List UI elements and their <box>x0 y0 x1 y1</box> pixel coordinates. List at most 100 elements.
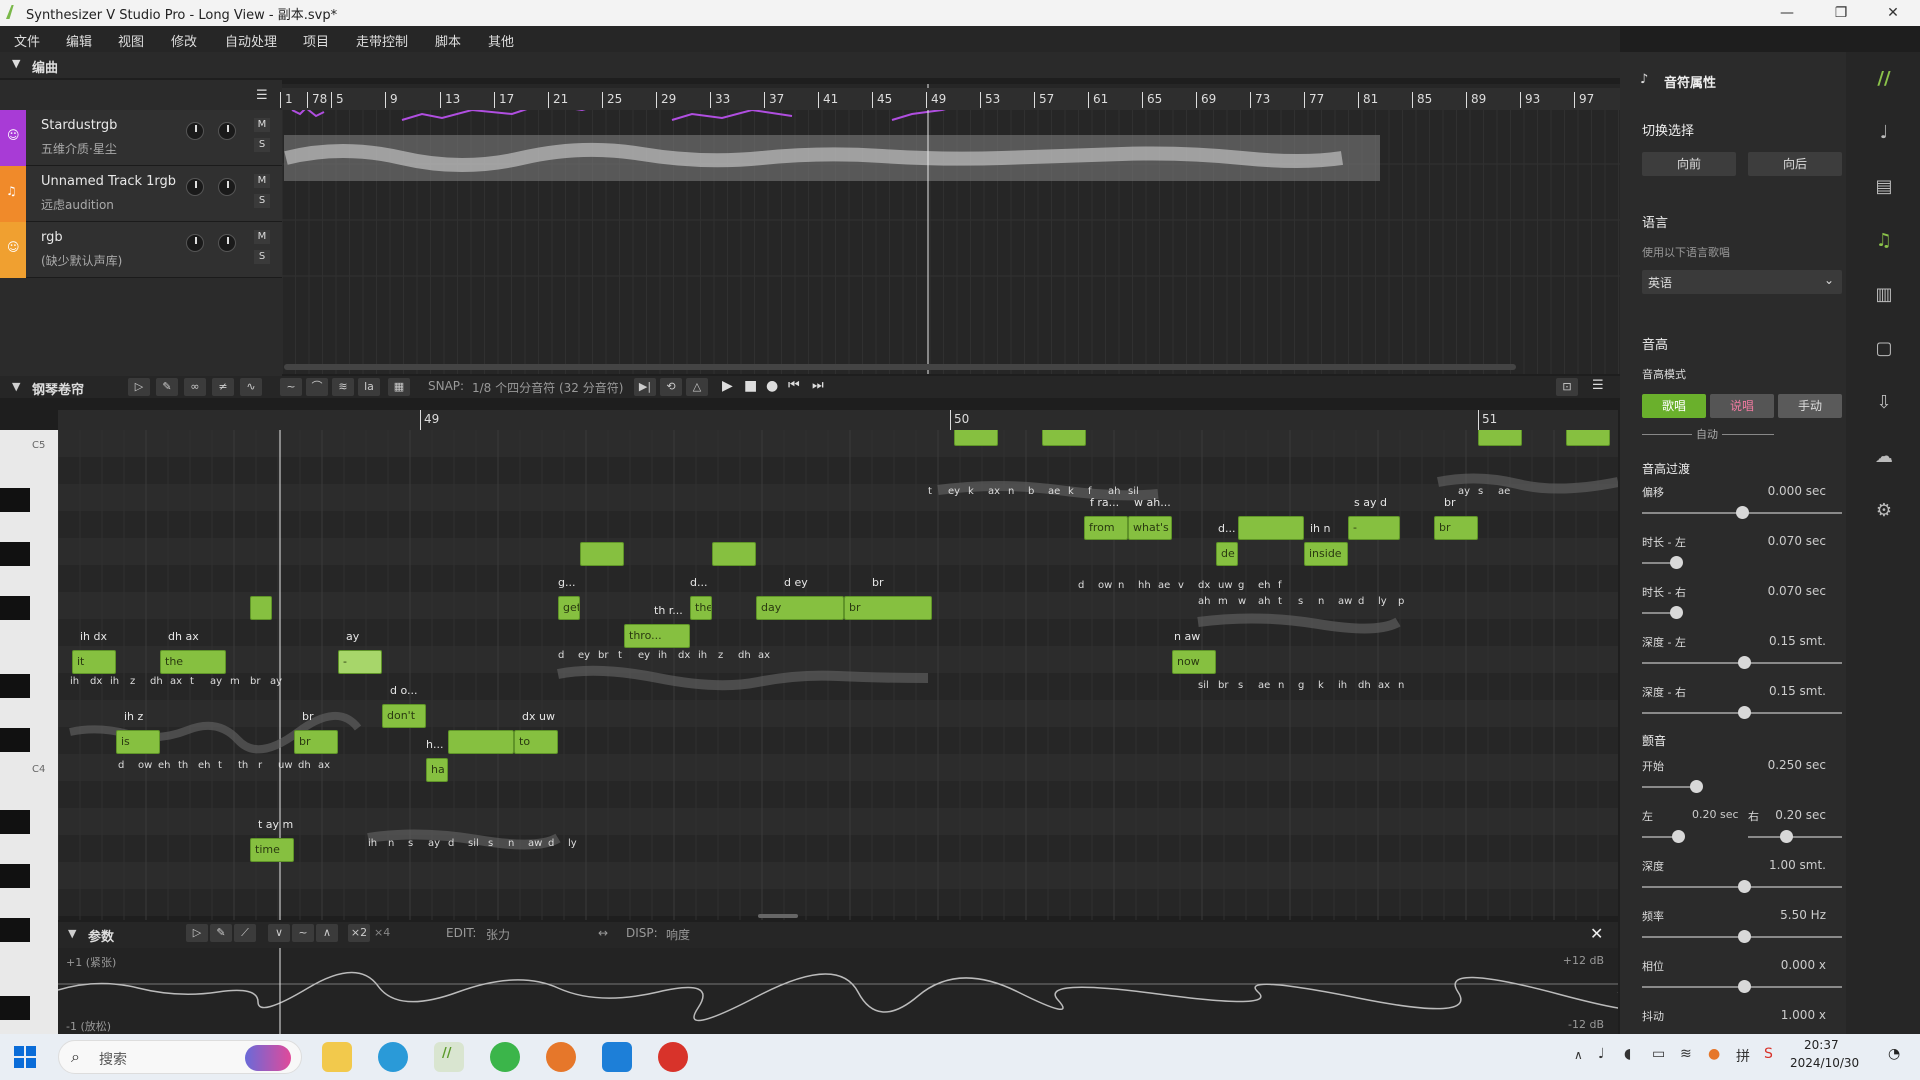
keyboard-icon[interactable]: ▦ <box>388 378 410 396</box>
stop-icon[interactable]: ■ <box>744 378 757 394</box>
pianoroll-menu-icon[interactable]: ☰ <box>1592 378 1604 393</box>
param-editor[interactable]: +1 (紧张) -1 (放松) +12 dB -12 dB <box>58 948 1618 1034</box>
menu-file[interactable]: 文件 <box>14 31 40 50</box>
arrangement-scrollbar[interactable] <box>284 364 1516 370</box>
note[interactable] <box>1566 430 1610 446</box>
battery-icon[interactable]: ▭ <box>1652 1046 1665 1062</box>
waveform-icon[interactable]: ≋ <box>332 378 354 396</box>
note[interactable]: don't <box>382 704 426 728</box>
black-key[interactable] <box>0 864 30 888</box>
pianoroll-grid[interactable]: it ih dx is ih z the dh ax time t ay m b… <box>58 430 1618 920</box>
mode-sing-button[interactable]: 歌唱 <box>1642 394 1706 418</box>
gain-knob[interactable] <box>218 122 236 140</box>
zoom-x2-button[interactable]: ×2 <box>348 924 370 942</box>
note[interactable]: the <box>690 596 712 620</box>
pen-tool-icon[interactable]: ✎ <box>156 378 178 396</box>
close-params-icon[interactable]: ✕ <box>1590 924 1603 943</box>
note[interactable] <box>448 730 514 754</box>
pen-tool-icon[interactable]: ✎ <box>210 924 232 942</box>
browser-icon[interactable] <box>546 1042 576 1072</box>
track-name[interactable]: Stardustrgb <box>41 118 117 133</box>
offset-slider[interactable] <box>1642 506 1842 519</box>
volume-icon[interactable]: ◖ <box>1624 1046 1631 1062</box>
black-key[interactable] <box>0 728 30 752</box>
note[interactable]: time <box>250 838 294 862</box>
black-key[interactable] <box>0 996 30 1020</box>
note-curve-icon[interactable]: ⌒ <box>306 378 328 396</box>
slider-thumb[interactable] <box>1672 830 1685 843</box>
slider-thumb[interactable] <box>1736 506 1749 519</box>
note[interactable] <box>250 596 272 620</box>
dur-right-slider[interactable] <box>1642 606 1683 619</box>
note[interactable]: the <box>160 650 226 674</box>
skip-back-icon[interactable]: ⏮ <box>788 378 800 393</box>
slider-thumb[interactable] <box>1780 830 1793 843</box>
wifi-icon[interactable]: ≋ <box>1680 1046 1692 1062</box>
note[interactable]: now <box>1172 650 1216 674</box>
track-voice[interactable]: (缺少默认声库) <box>41 252 122 269</box>
vscode-icon[interactable] <box>602 1042 632 1072</box>
taskbar-search[interactable]: ⌕ 搜索 <box>58 1040 302 1074</box>
note[interactable] <box>580 542 624 566</box>
note-selected[interactable]: - <box>338 650 382 674</box>
track-name[interactable]: Unnamed Track 1rgb <box>41 174 176 189</box>
vibrato-phase-slider[interactable] <box>1642 980 1842 993</box>
vibrato-right-slider[interactable] <box>1748 830 1842 843</box>
menu-project[interactable]: 项目 <box>303 31 329 50</box>
render-icon[interactable]: ⇩ <box>1872 392 1896 416</box>
track-voice[interactable]: 远虑audition <box>41 196 114 213</box>
depth-left-slider[interactable] <box>1642 656 1842 669</box>
notification-bell-icon[interactable]: ◔ <box>1888 1046 1900 1062</box>
slider-thumb[interactable] <box>1690 780 1703 793</box>
note[interactable]: br <box>294 730 338 754</box>
pan-knob[interactable] <box>186 178 204 196</box>
note[interactable]: from <box>1084 516 1128 540</box>
clapperboard-icon[interactable]: ▤ <box>1872 176 1896 200</box>
microphone-icon[interactable]: ♩ <box>1872 122 1896 146</box>
arrangement-view[interactable] <box>282 84 1620 374</box>
collapse-icon[interactable]: ▼ <box>68 927 76 940</box>
view-mode-icon[interactable]: ⊡ <box>1556 378 1578 396</box>
vibrato-left-slider[interactable] <box>1642 830 1685 843</box>
menu-other[interactable]: 其他 <box>488 31 514 50</box>
track-name[interactable]: rgb <box>41 230 63 245</box>
maximize-button[interactable]: ❐ <box>1814 0 1868 26</box>
note[interactable]: day <box>756 596 844 620</box>
menu-transport[interactable]: 走带控制 <box>356 31 408 50</box>
mute-button[interactable]: M <box>254 174 270 188</box>
mute-button[interactable]: M <box>254 230 270 244</box>
menu-modify[interactable]: 修改 <box>171 31 197 50</box>
menu-view[interactable]: 视图 <box>118 31 144 50</box>
tray-app-icon[interactable]: ● <box>1708 1046 1720 1062</box>
smooth-icon[interactable]: ~ <box>292 924 314 942</box>
link-tool-icon[interactable]: ∞ <box>184 378 206 396</box>
file-explorer-icon[interactable] <box>322 1042 352 1072</box>
collapse-icon[interactable]: ▼ <box>12 57 20 70</box>
ime-icon[interactable]: 拼 <box>1736 1046 1750 1066</box>
vibrato-depth-slider[interactable] <box>1642 880 1842 893</box>
synthv-taskbar-icon[interactable]: // <box>434 1042 464 1072</box>
pointer-tool-icon[interactable]: ▷ <box>186 924 208 942</box>
slider-thumb[interactable] <box>1738 980 1751 993</box>
menu-script[interactable]: 脚本 <box>435 31 461 50</box>
depth-right-slider[interactable] <box>1642 706 1842 719</box>
edit-param-select[interactable]: 张力 <box>486 926 510 943</box>
note[interactable] <box>1042 430 1086 446</box>
skip-forward-icon[interactable]: ⏭ <box>812 378 824 393</box>
library-icon[interactable]: ▥ <box>1872 284 1896 308</box>
music-note-icon[interactable]: ♫ <box>1872 230 1896 254</box>
track-row[interactable]: ☺ Stardustrgb 五维介质·星尘 M S <box>0 110 282 166</box>
windows-start-icon[interactable] <box>14 1046 36 1068</box>
slider-thumb[interactable] <box>1738 656 1751 669</box>
track-row[interactable]: ♫ Unnamed Track 1rgb 远虑audition M S <box>0 166 282 222</box>
play-icon[interactable]: ▶ <box>722 378 733 394</box>
disp-param-select[interactable]: 响度 <box>666 926 690 943</box>
note[interactable]: inside <box>1304 542 1348 566</box>
prev-button[interactable]: 向前 <box>1642 152 1736 176</box>
mute-button[interactable]: M <box>254 118 270 132</box>
cloud-icon[interactable]: ☁ <box>1872 446 1896 470</box>
pan-knob[interactable] <box>186 234 204 252</box>
note[interactable]: get <box>558 596 580 620</box>
document-icon[interactable]: ▢ <box>1872 338 1896 362</box>
tray-s-icon[interactable]: S <box>1764 1046 1773 1062</box>
